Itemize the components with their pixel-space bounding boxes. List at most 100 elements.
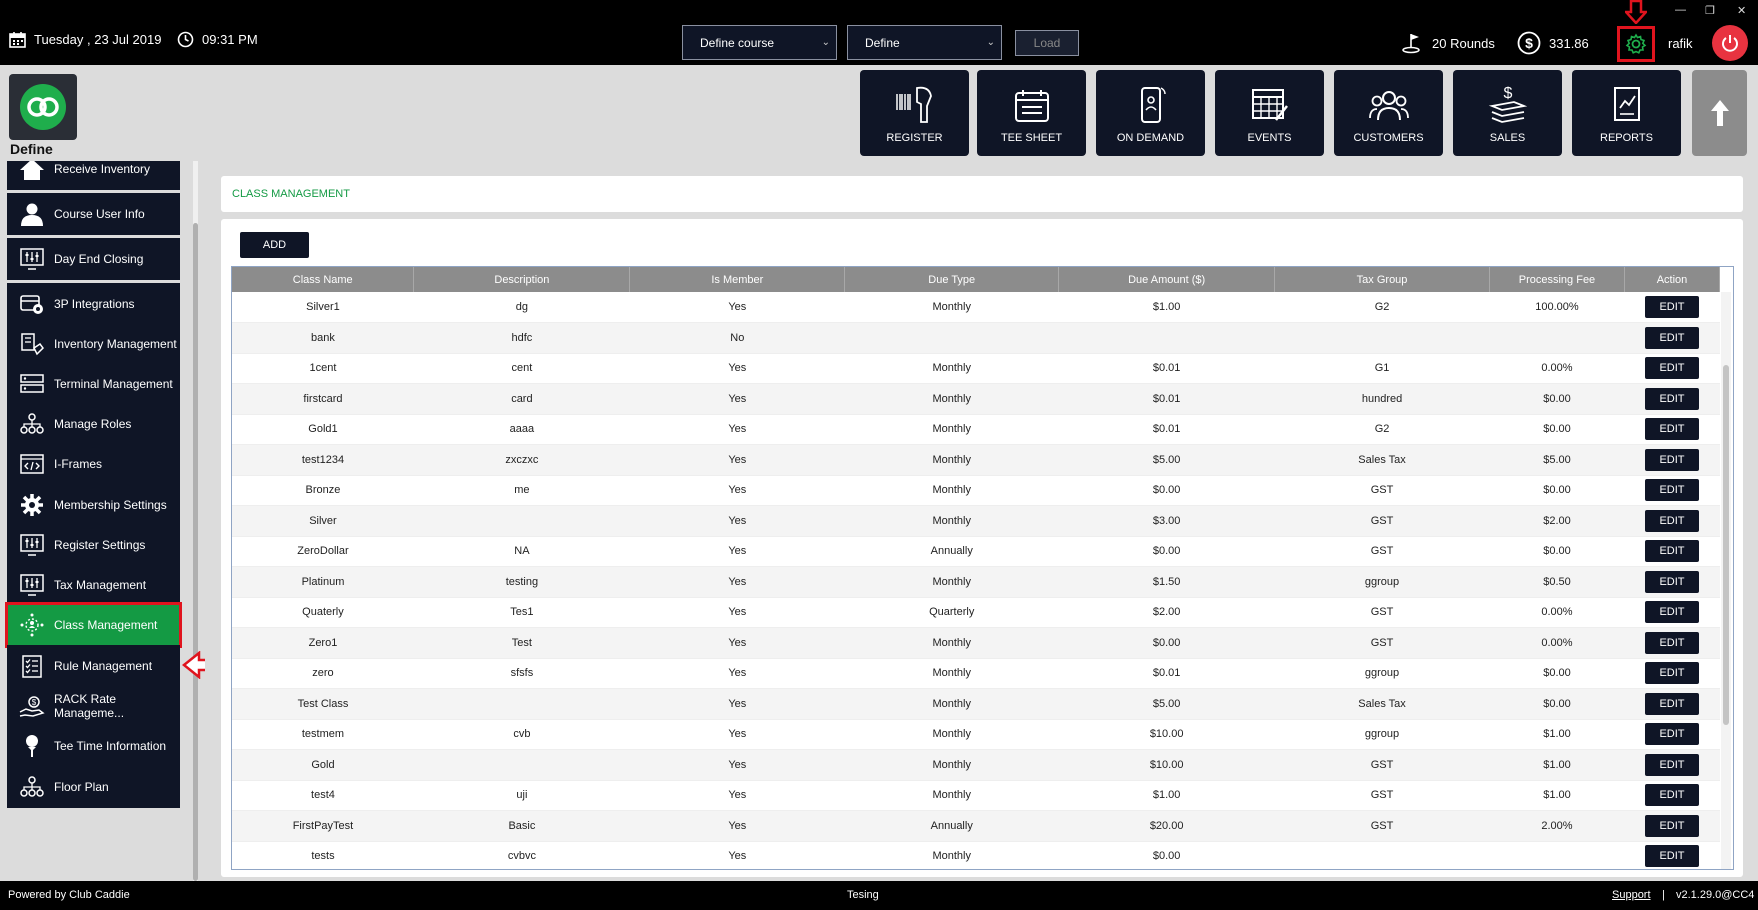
rounds-text: 20 Rounds xyxy=(1432,35,1495,51)
nav-label: REPORTS xyxy=(1600,132,1653,144)
edit-button[interactable]: EDIT xyxy=(1644,723,1699,746)
edit-button[interactable]: EDIT xyxy=(1644,296,1699,318)
nav-tee-sheet[interactable]: TEE SHEET xyxy=(977,70,1086,156)
sidebar-item-terminal-management[interactable]: Terminal Management xyxy=(7,363,180,405)
cell-due-amount: $3.00 xyxy=(1058,505,1275,537)
sidebar-item-3p-integrations[interactable]: 3P Integrations xyxy=(7,283,180,325)
cell-is-member: Yes xyxy=(629,810,845,842)
edit-button[interactable]: EDIT xyxy=(1644,570,1699,593)
edit-button[interactable]: EDIT xyxy=(1644,509,1699,532)
sidebar-item-membership-settings[interactable]: Membership Settings xyxy=(7,484,180,526)
sidebar-item-class-management[interactable]: Class Management xyxy=(5,602,182,648)
cell-is-member: Yes xyxy=(629,444,845,476)
cell-tax-group: GST xyxy=(1274,597,1490,628)
cell-action: EDIT xyxy=(1624,810,1720,842)
sidebar-item-tee-time-information[interactable]: Tee Time Information xyxy=(7,725,180,767)
edit-button[interactable]: EDIT xyxy=(1644,448,1699,471)
cell-due-amount: $10.00 xyxy=(1058,719,1275,750)
power-button[interactable] xyxy=(1712,25,1748,61)
nav-register[interactable]: REGISTER xyxy=(860,70,969,156)
edit-button[interactable]: EDIT xyxy=(1644,387,1699,410)
add-button[interactable]: ADD xyxy=(240,232,309,258)
sidebar-item-rack-rate-management[interactable]: $ RACK Rate Manageme... xyxy=(7,685,180,727)
username-display[interactable]: rafik xyxy=(1668,36,1693,51)
column-header[interactable]: Tax Group xyxy=(1274,267,1490,292)
sidebar-item-label: I-Frames xyxy=(54,457,102,471)
edit-button[interactable]: EDIT xyxy=(1644,845,1699,868)
nav-sales[interactable]: $ SALES xyxy=(1453,70,1562,156)
course-select[interactable]: Define course ⌄ xyxy=(682,25,837,60)
table-scrollbar-thumb[interactable] xyxy=(1723,365,1729,725)
edit-button[interactable]: EDIT xyxy=(1644,662,1699,685)
monitor-sliders-icon xyxy=(20,534,44,556)
edit-button[interactable]: EDIT xyxy=(1644,479,1699,502)
table-row: zero sfsfs Yes Monthly $0.01 ggroup $0.00 EDIT xyxy=(232,658,1720,689)
cell-tax-group: GST xyxy=(1274,475,1490,506)
mobile-icon xyxy=(1140,87,1166,123)
support-link[interactable]: Support xyxy=(1612,889,1651,901)
cell-class-name: tests xyxy=(232,841,414,869)
edit-button[interactable]: EDIT xyxy=(1644,692,1699,715)
cell-is-member: Yes xyxy=(629,749,845,781)
rounds-display: 20 Rounds xyxy=(1402,32,1495,54)
sidebar-scrollbar-thumb[interactable] xyxy=(193,223,198,881)
close-icon[interactable]: ✕ xyxy=(1737,4,1746,17)
events-calendar-icon xyxy=(1251,89,1288,121)
column-header[interactable]: Processing Fee xyxy=(1489,267,1625,292)
cell-description xyxy=(413,688,630,720)
scroll-up-button[interactable] xyxy=(1692,70,1747,156)
sidebar-item-inventory-management[interactable]: Inventory Management xyxy=(7,323,180,365)
money-icon: $ xyxy=(1488,85,1527,123)
edit-button[interactable]: EDIT xyxy=(1644,631,1699,654)
cell-description: aaaa xyxy=(413,414,630,445)
restore-icon[interactable]: ❐ xyxy=(1705,4,1715,17)
nav-on-demand[interactable]: ON DEMAND xyxy=(1096,70,1205,156)
edit-button[interactable]: EDIT xyxy=(1644,540,1699,563)
time-text: 09:31 PM xyxy=(202,32,258,47)
sidebar-item-course-user-info[interactable]: Course User Info xyxy=(7,193,180,235)
sidebar-item-rule-management[interactable]: Rule Management xyxy=(7,645,180,687)
cell-class-name: Zero1 xyxy=(232,627,414,659)
edit-button[interactable]: EDIT xyxy=(1644,326,1699,349)
cell-due-amount: $0.01 xyxy=(1058,658,1275,689)
edit-button[interactable]: EDIT xyxy=(1644,601,1699,624)
sidebar-item-i-frames[interactable]: I-Frames xyxy=(7,443,180,485)
checklist-icon xyxy=(22,655,42,678)
table-row: FirstPayTest Basic Yes Annually $20.00 GST 2.0… xyxy=(232,810,1720,842)
code-icon xyxy=(20,454,44,474)
class-icon xyxy=(20,613,44,637)
sidebar-item-receive-inventory[interactable]: Receive Inventory xyxy=(7,161,180,190)
sidebar-item-register-settings[interactable]: Register Settings xyxy=(7,524,180,566)
edit-button[interactable]: EDIT xyxy=(1644,784,1699,807)
column-header[interactable]: Description xyxy=(413,267,631,292)
define-select[interactable]: Define ⌄ xyxy=(847,25,1002,60)
table-row: Silver Yes Monthly $3.00 GST $2.00 EDIT xyxy=(232,505,1720,537)
sidebar-item-manage-roles[interactable]: Manage Roles xyxy=(7,403,180,445)
load-button[interactable]: Load xyxy=(1015,30,1079,56)
cell-description: cent xyxy=(413,353,630,384)
edit-button[interactable]: EDIT xyxy=(1644,814,1699,837)
nav-label: TEE SHEET xyxy=(1000,132,1063,144)
powered-by-text: Powered by Club Caddie xyxy=(8,889,130,901)
cell-due-type: Monthly xyxy=(844,658,1059,689)
minimize-icon[interactable]: — xyxy=(1675,4,1686,16)
sidebar-item-day-end-closing[interactable]: Day End Closing xyxy=(7,238,180,280)
cell-description: cvb xyxy=(413,719,630,750)
sidebar-item-tax-management[interactable]: Tax Management xyxy=(7,564,180,606)
sidebar-item-floor-plan[interactable]: Floor Plan xyxy=(7,766,180,808)
edit-button[interactable]: EDIT xyxy=(1644,753,1699,776)
settings-button[interactable] xyxy=(1617,26,1655,62)
column-header[interactable]: Due Type xyxy=(844,267,1060,292)
column-header[interactable]: Due Amount ($) xyxy=(1058,267,1276,292)
nav-customers[interactable]: CUSTOMERS xyxy=(1334,70,1443,156)
cell-class-name: Silver xyxy=(232,505,414,537)
club-caddie-logo-icon xyxy=(20,84,66,130)
cell-due-amount: $0.00 xyxy=(1058,627,1275,659)
column-header[interactable]: Is Member xyxy=(629,267,846,292)
edit-button[interactable]: EDIT xyxy=(1644,357,1699,380)
column-header[interactable]: Class Name xyxy=(232,267,415,292)
edit-button[interactable]: EDIT xyxy=(1644,418,1699,441)
users-icon xyxy=(1368,91,1409,121)
nav-reports[interactable]: REPORTS xyxy=(1572,70,1681,156)
nav-events[interactable]: EVENTS xyxy=(1215,70,1324,156)
